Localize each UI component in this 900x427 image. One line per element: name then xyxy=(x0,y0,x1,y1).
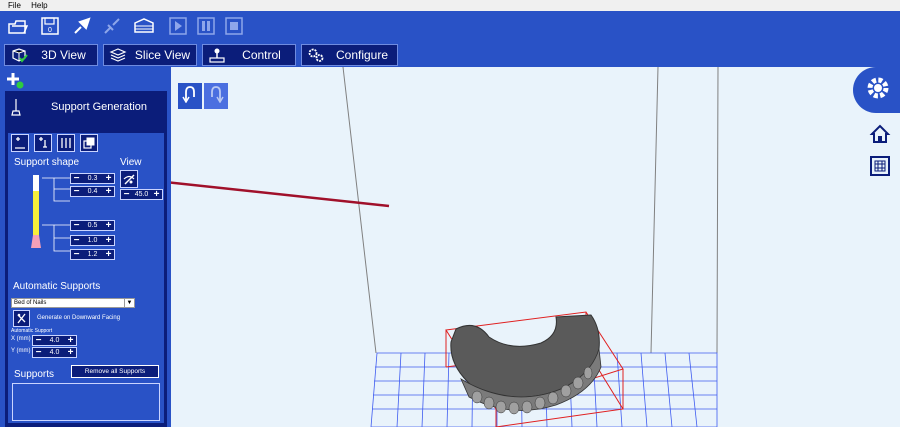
x-mm-label: X (mm) xyxy=(11,336,31,342)
auto-pillars-button[interactable] xyxy=(57,134,75,152)
3d-viewport[interactable] xyxy=(171,67,900,427)
gear-icon xyxy=(863,73,893,108)
undo-icon xyxy=(182,85,198,108)
menu-help[interactable]: Help xyxy=(31,1,47,10)
support-type-dropdown[interactable]: Bed of Nails ▼ xyxy=(11,298,135,308)
cube-icon xyxy=(8,45,30,65)
supports-list[interactable] xyxy=(12,383,160,421)
decrement-button[interactable]: − xyxy=(33,336,44,346)
base-height-value[interactable]: 1.0 xyxy=(82,236,103,245)
tip-length-value[interactable]: 0.4 xyxy=(82,187,103,196)
decrement-button[interactable]: − xyxy=(71,236,82,246)
decrement-button[interactable]: − xyxy=(71,187,82,197)
view-toggle-button[interactable] xyxy=(120,170,138,188)
toolbar: 0 xyxy=(0,11,900,43)
base-width-spinner[interactable]: − 1.2 + xyxy=(70,249,115,260)
layers-icon xyxy=(107,45,129,65)
increment-button[interactable]: + xyxy=(65,348,76,358)
increment-button[interactable]: + xyxy=(103,250,114,260)
support-shape-label: Support shape xyxy=(14,157,80,168)
shape-connector-lines xyxy=(42,177,70,252)
settings-tab[interactable] xyxy=(853,67,900,113)
tab-configure-label: Configure xyxy=(335,48,389,62)
tab-configure[interactable]: Configure xyxy=(301,44,398,66)
panel-title: Support Generation xyxy=(51,101,148,113)
increment-button[interactable]: + xyxy=(65,336,76,346)
panel-header: Support Generation xyxy=(5,91,167,131)
increment-button[interactable]: + xyxy=(151,190,162,200)
redo-icon xyxy=(208,85,224,108)
home-view-button[interactable] xyxy=(869,123,891,145)
y-spacing-spinner[interactable]: − 4.0 + xyxy=(32,347,77,358)
gears-icon xyxy=(305,45,327,65)
left-panel: Support Generation Support shape View − … xyxy=(0,67,171,427)
tab-control[interactable]: Control xyxy=(202,44,296,66)
redo-button[interactable] xyxy=(204,83,228,109)
decrement-button[interactable]: − xyxy=(71,174,82,184)
support-panel: Support Generation Support shape View − … xyxy=(5,91,167,427)
disconnect-icon[interactable] xyxy=(100,14,124,38)
svg-text:0: 0 xyxy=(48,27,52,34)
increment-button[interactable]: + xyxy=(103,236,114,246)
home-icon xyxy=(869,124,891,149)
save-icon[interactable]: 0 xyxy=(38,14,62,38)
grid-view-icon xyxy=(869,156,891,181)
automatic-supports-label: Automatic Supports xyxy=(13,281,101,292)
joystick-icon xyxy=(206,45,228,65)
support-type-value: Bed of Nails xyxy=(14,300,47,306)
base-width-value[interactable]: 1.2 xyxy=(82,250,103,259)
increment-button[interactable]: + xyxy=(103,174,114,184)
base-height-spinner[interactable]: − 1.0 + xyxy=(70,235,115,246)
tip-length-spinner[interactable]: − 0.4 + xyxy=(70,186,115,197)
undo-button[interactable] xyxy=(178,83,202,109)
tab-3d-view-label: 3D View xyxy=(41,48,86,62)
increment-button[interactable]: + xyxy=(103,221,114,231)
tab-slice-view-label: Slice View xyxy=(134,48,191,62)
tip-diameter-value[interactable]: 0.3 xyxy=(82,174,103,183)
tab-slice-view[interactable]: Slice View xyxy=(103,44,197,66)
manual-support-button[interactable] xyxy=(11,134,29,152)
play-icon[interactable] xyxy=(166,14,190,38)
dental-model xyxy=(450,314,602,415)
open-icon[interactable] xyxy=(6,14,30,38)
tab-control-label: Control xyxy=(242,48,281,62)
decrement-button[interactable]: − xyxy=(121,190,132,200)
downward-facing-label: Generate on Downward Facing xyxy=(37,315,121,321)
slice-icon[interactable] xyxy=(132,14,156,38)
support-shape-graphic xyxy=(30,175,42,249)
increment-button[interactable]: + xyxy=(103,187,114,197)
layers-button[interactable] xyxy=(80,134,98,152)
view-angle-spinner[interactable]: − 45.0 + xyxy=(120,189,163,200)
pause-icon[interactable] xyxy=(194,14,218,38)
auto-support-label: Automatic Support xyxy=(11,328,53,334)
remove-all-supports-button[interactable]: Remove all Supports xyxy=(71,365,159,378)
supports-section: Supports Remove all Supports xyxy=(8,361,164,423)
base-diameter-spinner[interactable]: − 0.5 + xyxy=(70,220,115,231)
tip-diameter-spinner[interactable]: − 0.3 + xyxy=(70,173,115,184)
chevron-down-icon[interactable]: ▼ xyxy=(124,299,134,307)
decrement-button[interactable]: − xyxy=(71,221,82,231)
fit-view-button[interactable] xyxy=(869,155,891,177)
add-pillar-button[interactable] xyxy=(34,134,52,152)
scene-canvas xyxy=(171,67,719,427)
view-label: View xyxy=(120,157,142,168)
downward-facing-button[interactable] xyxy=(13,310,30,327)
y-spacing-value[interactable]: 4.0 xyxy=(44,348,65,357)
supports-label: Supports xyxy=(14,369,55,380)
x-spacing-spinner[interactable]: − 4.0 + xyxy=(32,335,77,346)
decrement-button[interactable]: − xyxy=(33,348,44,358)
menu-file[interactable]: File xyxy=(8,1,21,10)
menu-bar: File Help xyxy=(0,0,900,11)
x-spacing-value[interactable]: 4.0 xyxy=(44,336,65,345)
y-mm-label: Y (mm) xyxy=(11,348,31,354)
tab-bar: 3D View Slice View Control Configure xyxy=(0,43,900,67)
tab-3d-view[interactable]: 3D View xyxy=(4,44,98,66)
base-diameter-value[interactable]: 0.5 xyxy=(82,221,103,230)
connect-icon[interactable] xyxy=(70,14,94,38)
view-angle-value[interactable]: 45.0 xyxy=(132,190,151,199)
decrement-button[interactable]: − xyxy=(71,250,82,260)
stop-icon[interactable] xyxy=(222,14,246,38)
support-pillar-icon xyxy=(9,97,23,120)
